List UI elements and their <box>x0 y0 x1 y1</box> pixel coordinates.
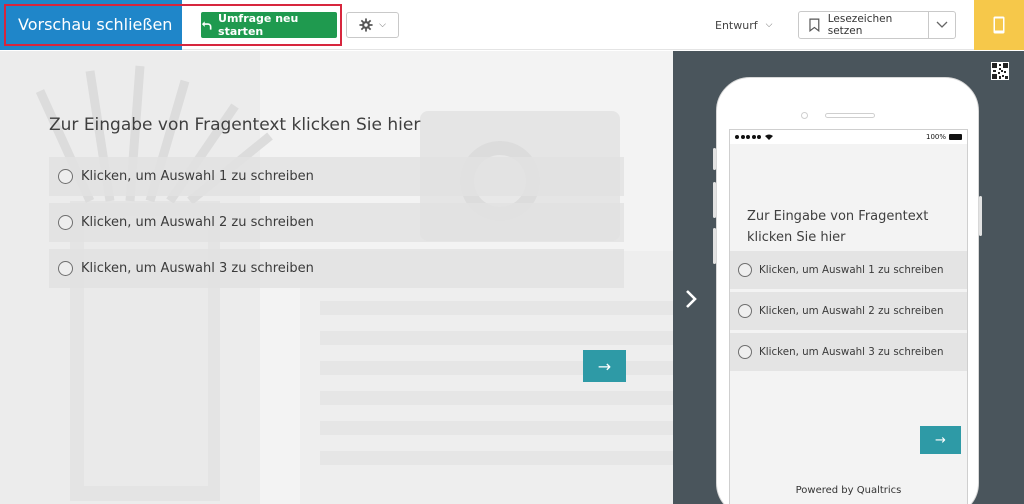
phone-status-bar: 100% <box>730 130 967 144</box>
chevron-down-icon: ⌵ <box>765 20 773 30</box>
status-label: Entwurf <box>715 18 758 32</box>
gear-icon <box>359 18 373 32</box>
bookmark-button[interactable]: Lesezeichen setzen <box>799 12 928 38</box>
bookmark-label: Lesezeichen setzen <box>827 13 893 37</box>
wifi-icon <box>764 134 773 140</box>
top-toolbar: Vorschau schließen Umfrage neu starten ⌵ <box>0 0 1024 50</box>
phone-speaker <box>825 113 875 118</box>
mobile-choice-option[interactable]: Klicken, um Auswahl 3 zu schreiben <box>730 333 967 371</box>
mobile-question-text[interactable]: Zur Eingabe von Fragentext klicken Sie h… <box>747 206 957 248</box>
question-text[interactable]: Zur Eingabe von Fragentext klicken Sie h… <box>49 115 420 135</box>
choice-label: Klicken, um Auswahl 2 zu schreiben <box>759 305 944 317</box>
radio-button[interactable] <box>738 345 752 359</box>
status-dropdown[interactable]: Entwurf ⌵ <box>715 15 772 35</box>
phone-button <box>979 196 982 236</box>
signal-icon <box>735 134 773 140</box>
choice-option[interactable]: Klicken, um Auswahl 2 zu schreiben <box>49 203 624 242</box>
choice-label: Klicken, um Auswahl 1 zu schreiben <box>759 264 944 276</box>
mobile-choice-option[interactable]: Klicken, um Auswahl 1 zu schreiben <box>730 251 967 289</box>
qr-code-icon[interactable] <box>991 62 1009 80</box>
choice-label: Klicken, um Auswahl 3 zu schreiben <box>759 346 944 358</box>
choice-option[interactable]: Klicken, um Auswahl 3 zu schreiben <box>49 249 624 288</box>
battery-level: 100% <box>925 133 946 141</box>
choice-label: Klicken, um Auswahl 2 zu schreiben <box>81 215 314 230</box>
mobile-choice-option[interactable]: Klicken, um Auswahl 2 zu schreiben <box>730 292 967 330</box>
mobile-preview-toggle[interactable] <box>974 0 1024 50</box>
phone-button <box>713 148 716 170</box>
phone-camera <box>801 112 808 119</box>
choice-label: Klicken, um Auswahl 3 zu schreiben <box>81 261 314 276</box>
radio-button[interactable] <box>738 304 752 318</box>
undo-arrow-icon <box>201 21 212 30</box>
radio-button[interactable] <box>58 169 73 184</box>
phone-icon <box>993 16 1005 34</box>
radio-button[interactable] <box>58 261 73 276</box>
restart-survey-label: Umfrage neu starten <box>218 12 299 38</box>
desktop-preview: Zur Eingabe von Fragentext klicken Sie h… <box>0 51 673 504</box>
radio-button[interactable] <box>58 215 73 230</box>
chevron-down-icon <box>936 21 948 28</box>
bookmark-icon <box>809 18 820 32</box>
mobile-next-button[interactable]: → <box>920 426 961 454</box>
chevron-right-icon[interactable] <box>681 287 701 311</box>
close-preview-button[interactable]: Vorschau schließen <box>0 0 182 50</box>
bookmark-control: Lesezeichen setzen <box>798 11 956 39</box>
radio-button[interactable] <box>738 263 752 277</box>
powered-by-text: Powered by Qualtrics <box>795 485 902 496</box>
chevron-down-icon: ⌵ <box>379 20 386 30</box>
battery-icon <box>949 134 962 140</box>
restart-survey-button[interactable]: Umfrage neu starten <box>201 12 337 38</box>
settings-dropdown-button[interactable]: ⌵ <box>346 12 399 38</box>
choice-option[interactable]: Klicken, um Auswahl 1 zu schreiben <box>49 157 624 196</box>
phone-button <box>713 228 716 264</box>
next-button[interactable]: → <box>583 350 626 382</box>
choice-label: Klicken, um Auswahl 1 zu schreiben <box>81 169 314 184</box>
phone-button <box>713 182 716 218</box>
mobile-preview-panel: 100% Zur Eingabe von Fragentext klicken … <box>673 51 1024 504</box>
bookmark-dropdown-button[interactable] <box>928 12 955 38</box>
